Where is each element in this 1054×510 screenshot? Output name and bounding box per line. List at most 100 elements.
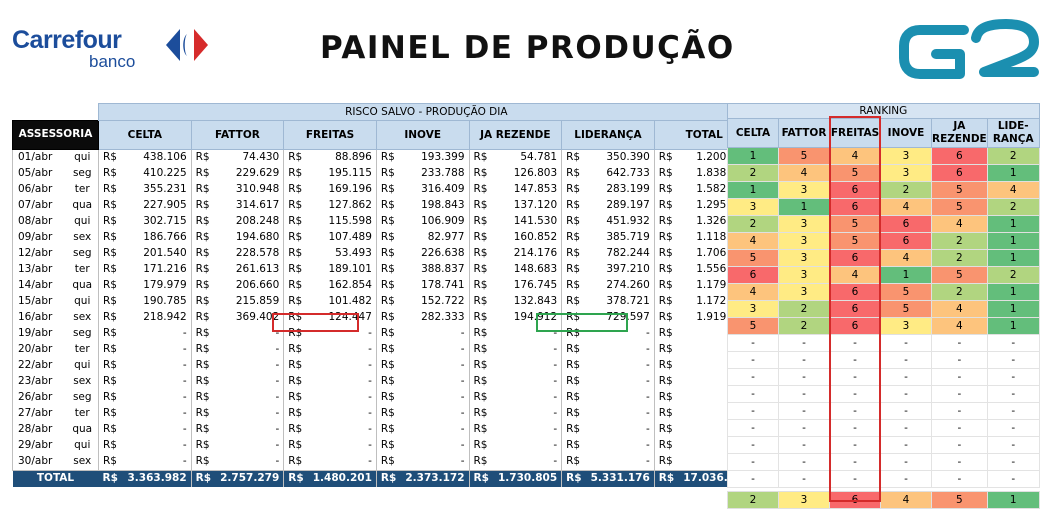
rank-cell: 2 [931, 249, 988, 267]
rank-cell: - [880, 385, 932, 403]
cell-value: 132.843 [496, 293, 563, 310]
row-weekday: sex [66, 453, 99, 471]
column-header: INOVE [375, 119, 470, 150]
rank-cell: - [986, 402, 1040, 420]
cell-value: - [125, 405, 192, 422]
rank-cell: 6 [880, 215, 932, 233]
ranking-title: RANKING [727, 103, 1040, 119]
ranking-row: 634152 [727, 266, 1040, 284]
row-weekday: sex [66, 309, 99, 326]
cell-value: 126.803 [496, 165, 563, 182]
rank-cell: 4 [931, 317, 988, 335]
rank-cell: 5 [931, 181, 988, 199]
currency-symbol: R$ [658, 247, 673, 259]
currency-symbol: R$ [288, 167, 303, 179]
currency-symbol: R$ [103, 231, 117, 243]
currency-symbol: R$ [103, 295, 117, 307]
rank-total-cell: 2 [727, 491, 779, 509]
rank-cell: - [778, 453, 830, 471]
currency-symbol: R$ [566, 247, 581, 259]
table-row: 26/abrsegR$-R$-R$-R$-R$-R$-R$- [12, 389, 755, 406]
ranking-column-header: FATTOR [778, 118, 830, 148]
row-weekday: qui [66, 213, 99, 230]
rank-cell: 4 [931, 300, 988, 318]
currency-symbol: R$ [195, 439, 210, 451]
currency-symbol: R$ [380, 407, 395, 419]
currency-symbol: R$ [654, 453, 682, 471]
cell-value: 101.482 [310, 293, 377, 310]
currency-symbol: R$ [288, 247, 303, 259]
cell-value: - [218, 421, 285, 438]
rank-cell: - [880, 351, 932, 369]
currency-symbol: R$ [473, 215, 488, 227]
currency-symbol: R$ [103, 263, 117, 275]
currency-symbol: R$ [103, 423, 117, 435]
ranking-row: 435621 [727, 232, 1040, 250]
currency-symbol: R$ [473, 151, 488, 163]
currency-symbol: R$ [380, 151, 395, 163]
rank-cell: - [986, 368, 1040, 386]
rank-total-cell: 3 [778, 491, 830, 509]
currency-symbol: R$ [658, 311, 673, 323]
cell-value: - [310, 373, 377, 390]
currency-symbol: R$ [561, 453, 589, 471]
row-date: 13/abr [12, 261, 67, 278]
currency-symbol: R$ [103, 247, 117, 259]
currency-symbol: R$ [103, 279, 117, 291]
table-row: 27/abrterR$-R$-R$-R$-R$-R$-R$- [12, 405, 755, 422]
table-row: 30/abrsexR$-R$-R$-R$-R$-R$-R$- [12, 453, 755, 471]
cell-value: - [218, 405, 285, 422]
assessoria-header: ASSESSORIA [12, 119, 99, 150]
row-date: 07/abr [12, 197, 67, 214]
cell-value: - [218, 373, 285, 390]
currency-symbol: R$ [658, 231, 673, 243]
currency-symbol: R$ [380, 247, 395, 259]
rank-cell: - [931, 368, 988, 386]
currency-symbol: R$ [103, 391, 117, 403]
rank-cell: - [880, 419, 932, 437]
cell-value: 310.948 [218, 181, 285, 198]
currency-symbol: R$ [473, 439, 488, 451]
row-weekday: sex [66, 373, 99, 390]
rank-cell: 4 [986, 181, 1040, 199]
currency-symbol: R$ [658, 167, 673, 179]
table-row: 13/abr ter R$ 171.216 R$ 261.613 R$ 189.101 R$ 38… [12, 261, 755, 278]
rank-cell: - [931, 351, 988, 369]
currency-symbol: R$ [195, 311, 210, 323]
cell-value: 782.244 [588, 245, 655, 262]
currency-symbol: R$ [195, 183, 210, 195]
rank-cell: 1 [727, 181, 779, 199]
currency-symbol: R$ [195, 359, 210, 371]
currency-symbol: R$ [288, 215, 303, 227]
rank-cell: 3 [778, 232, 830, 250]
rank-cell: 5 [727, 249, 779, 267]
currency-symbol: R$ [288, 151, 303, 163]
rank-cell: 2 [727, 215, 779, 233]
carrefour-brand-sub: banco [89, 52, 136, 71]
currency-symbol: R$ [195, 343, 210, 355]
rank-cell: 3 [880, 164, 932, 182]
cell-value: 451.932 [588, 213, 655, 230]
row-date: 09/abr [12, 229, 67, 246]
row-weekday: seg [66, 245, 99, 262]
cell-value: - [403, 437, 470, 454]
table-row: 08/abr qui R$ 302.715 R$ 208.248 R$ 115.598 R$ 10… [12, 213, 755, 230]
rank-cell: 2 [778, 300, 830, 318]
cell-value: - [496, 373, 563, 390]
currency-symbol: R$ [566, 279, 581, 291]
cell-value: 233.788 [403, 165, 470, 182]
section-title: RISCO SALVO - PRODUÇÃO DIA [98, 103, 755, 121]
cell-value: - [218, 341, 285, 358]
currency-symbol: R$ [473, 327, 488, 339]
rank-cell: 5 [880, 300, 932, 318]
column-header: FREITAS [283, 119, 377, 150]
currency-symbol: R$ [566, 215, 581, 227]
currency-symbol: R$ [561, 470, 589, 487]
rank-cell: - [880, 334, 932, 352]
cell-value: 214.176 [496, 245, 563, 262]
currency-symbol: R$ [288, 263, 303, 275]
rank-cell: - [727, 419, 779, 437]
currency-symbol: R$ [380, 327, 395, 339]
cell-value: - [496, 405, 563, 422]
currency-symbol: R$ [658, 327, 673, 339]
